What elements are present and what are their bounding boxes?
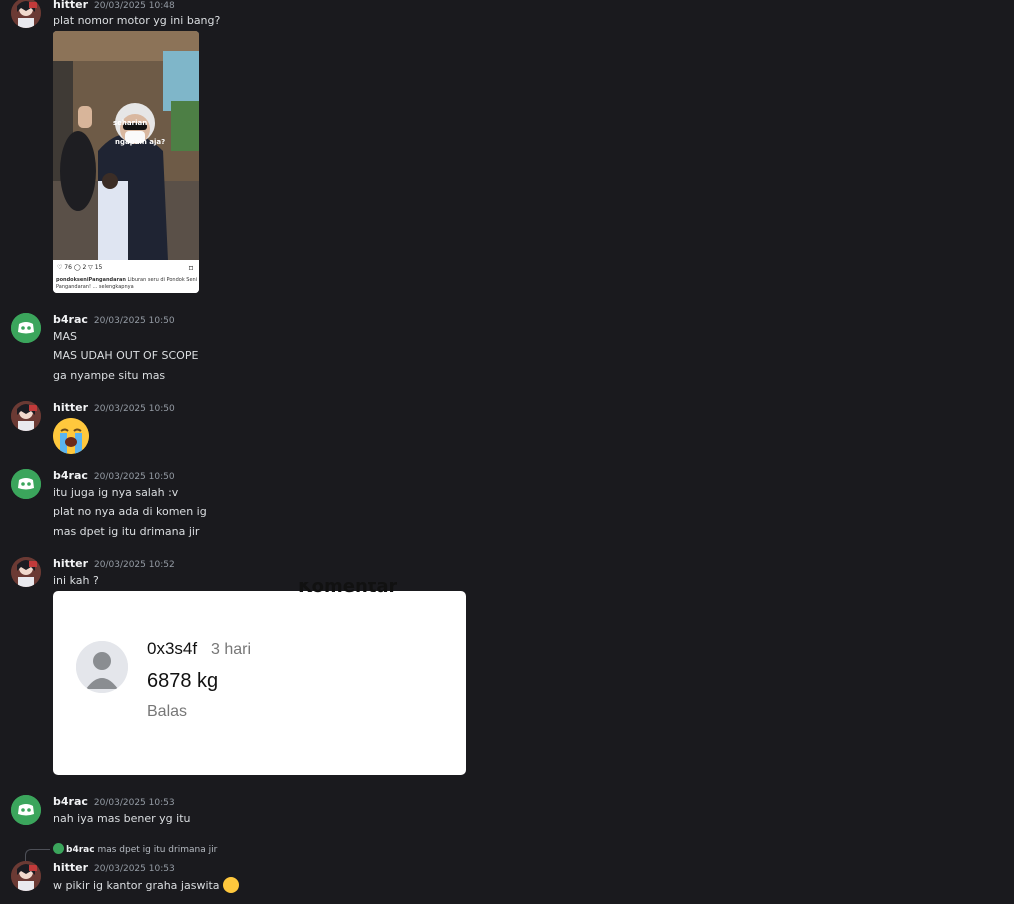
photo-overlay-text: seharian: [113, 119, 148, 127]
message-header: b4rac 20/03/2025 10:53: [53, 795, 175, 808]
comment-username: 0x3s4f: [147, 639, 198, 658]
photo-post-footer: ♡ 76 ◯ 2 ▽ 15 ⌑ pondokseniPangandaran Li…: [53, 260, 199, 293]
loudly-crying-face-icon[interactable]: [222, 877, 239, 893]
username[interactable]: b4rac: [53, 469, 88, 482]
message-text: mas dpet ig itu drimana jir: [53, 525, 200, 538]
username[interactable]: b4rac: [53, 313, 88, 326]
timestamp: 20/03/2025 10:53: [93, 798, 175, 808]
reply-reference[interactable]: b4rac mas dpet ig itu drimana jir: [53, 843, 217, 855]
message-text: plat no nya ada di komen ig: [53, 505, 207, 518]
message-header: b4rac 20/03/2025 10:50: [53, 469, 175, 482]
message-header: b4rac 20/03/2025 10:50: [53, 313, 175, 326]
post-caption: pondokseniPangandaran Liburan seru di Po…: [56, 277, 199, 291]
message-text: itu juga ig nya salah :v: [53, 486, 179, 499]
avatar-hitter[interactable]: [11, 401, 41, 431]
username[interactable]: b4rac: [53, 795, 88, 808]
avatar-hitter[interactable]: [11, 0, 41, 28]
message-text: MAS: [53, 330, 77, 343]
comment-screenshot-attachment[interactable]: 0x3s4f 3 hari 6878 kg Balas: [53, 591, 466, 775]
username[interactable]: hitter: [53, 861, 88, 874]
message-header: hitter 20/03/2025 10:50: [53, 401, 175, 414]
comment-text: 6878 kg: [147, 670, 219, 692]
comment-reply-label: Balas: [147, 703, 188, 720]
message-header: hitter 20/03/2025 10:52: [53, 557, 175, 570]
reply-text: mas dpet ig itu drimana jir: [97, 845, 218, 855]
avatar-hitter[interactable]: [11, 861, 41, 891]
caption-user: pondokseniPangandaran: [56, 277, 126, 283]
loudly-crying-face-icon[interactable]: [53, 418, 89, 454]
message-text: ga nyampe situ mas: [53, 369, 166, 382]
username[interactable]: hitter: [53, 0, 88, 11]
message-image-attachment[interactable]: seharian ngapain aja? ♡ 76 ◯ 2 ▽ 15 ⌑ po…: [53, 31, 199, 293]
comment-panel-title: Komentar: [298, 576, 398, 597]
user-avatar-icon: [76, 641, 128, 693]
reply-spine: [25, 849, 50, 862]
message-text: plat nomor motor yg ini bang?: [53, 14, 221, 27]
timestamp: 20/03/2025 10:50: [94, 404, 175, 414]
username[interactable]: hitter: [53, 557, 88, 570]
message-header: hitter 20/03/2025 10:53: [53, 861, 175, 874]
message-text-content: w pikir ig kantor graha jaswita: [53, 879, 220, 892]
timestamp: 20/03/2025 10:52: [94, 560, 175, 570]
timestamp: 20/03/2025 10:53: [94, 864, 175, 874]
reply-avatar-icon: [53, 843, 64, 854]
bookmark-icon: ⌑: [188, 264, 193, 273]
message-text: MAS UDAH OUT OF SCOPE: [53, 349, 199, 362]
avatar-b4rac[interactable]: [11, 469, 41, 499]
timestamp: 20/03/2025 10:50: [93, 316, 175, 326]
avatar-hitter[interactable]: [11, 557, 41, 587]
message-text: nah iya mas bener yg itu: [53, 812, 191, 825]
username[interactable]: hitter: [53, 401, 88, 414]
photo-overlay-text: ngapain aja?: [115, 138, 166, 146]
timestamp: 20/03/2025 10:50: [93, 472, 175, 482]
reply-username: b4rac: [66, 845, 95, 855]
message-text: ini kah ?: [53, 574, 99, 587]
message-text: w pikir ig kantor graha jaswita: [53, 877, 239, 893]
comment-time: 3 hari: [211, 641, 252, 658]
message-header: hitter 20/03/2025 10:48: [53, 0, 175, 11]
post-stats: ♡ 76 ◯ 2 ▽ 15: [57, 264, 103, 271]
avatar-b4rac[interactable]: [11, 795, 41, 825]
avatar-b4rac[interactable]: [11, 313, 41, 343]
timestamp: 20/03/2025 10:48: [94, 1, 175, 11]
